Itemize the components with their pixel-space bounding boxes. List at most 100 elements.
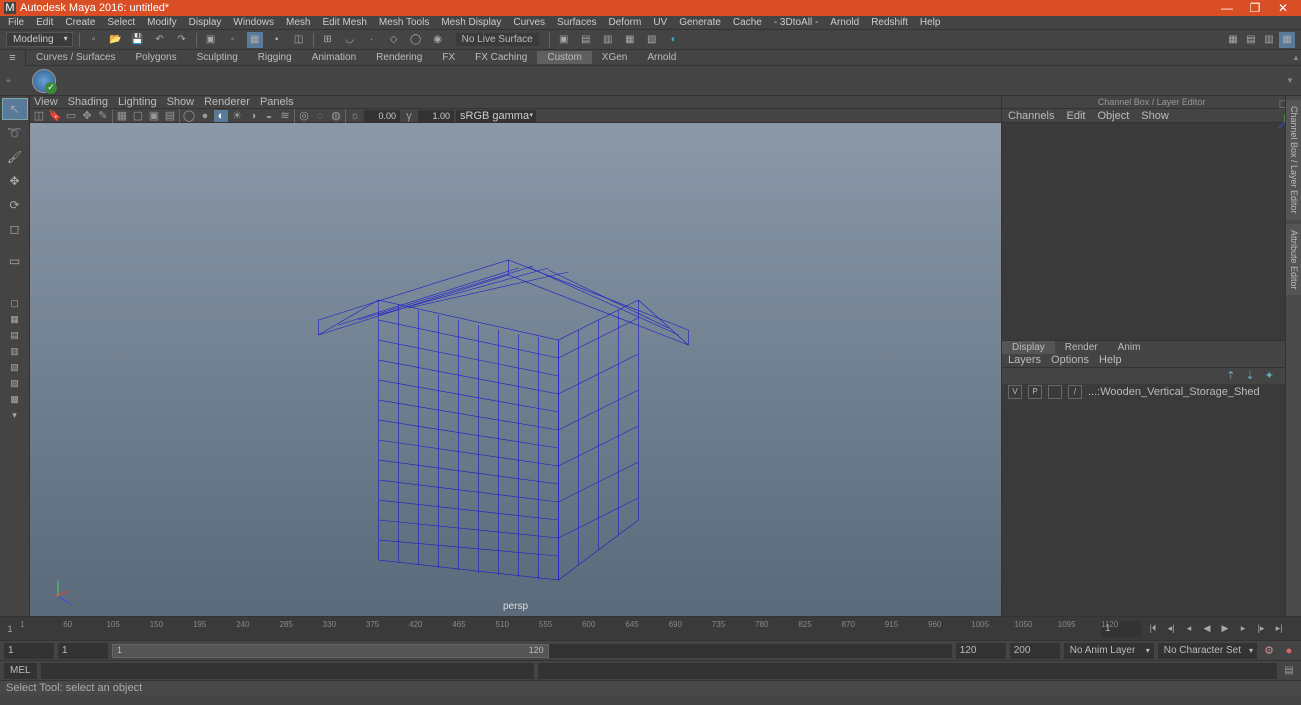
step-back-button[interactable]: ◂: [1181, 621, 1197, 637]
vp-light-icon[interactable]: ☀: [230, 110, 244, 122]
menu-redshift[interactable]: Redshift: [865, 17, 914, 28]
select-obj-icon[interactable]: ▣: [203, 32, 219, 48]
open-scene-icon[interactable]: 📂: [108, 32, 124, 48]
layout-more-button[interactable]: ▾: [2, 408, 28, 422]
vp-menu-show[interactable]: Show: [167, 96, 195, 108]
script-editor-button[interactable]: ▤: [1281, 663, 1297, 679]
vp-shadow-icon[interactable]: ◑: [246, 110, 260, 122]
tool-settings-toggle-icon[interactable]: ▦: [1279, 32, 1295, 48]
hypershade-icon[interactable]: ▦: [622, 32, 638, 48]
workspace-select[interactable]: Modeling: [6, 32, 73, 47]
layer-move-down-icon[interactable]: ⇣: [1245, 369, 1254, 382]
set-key-button[interactable]: ●: [1281, 643, 1297, 659]
channel-tab-edit[interactable]: Edit: [1066, 110, 1085, 122]
layer-color-swatch[interactable]: /: [1068, 385, 1082, 399]
menu-3dtoall[interactable]: - 3DtoAll -: [768, 17, 824, 28]
channel-tab-object[interactable]: Object: [1097, 110, 1129, 122]
layer-menu-options[interactable]: Options: [1051, 354, 1089, 366]
channelbox-toggle-icon[interactable]: ▤: [1243, 32, 1259, 48]
menu-curves[interactable]: Curves: [507, 17, 551, 28]
light-editor-icon[interactable]: ◐: [666, 32, 682, 48]
channel-tab-show[interactable]: Show: [1141, 110, 1169, 122]
anim-layer-select[interactable]: No Anim Layer: [1064, 643, 1154, 659]
select-face-icon[interactable]: ▪: [269, 32, 285, 48]
vp-motion-icon[interactable]: ≋: [278, 110, 292, 122]
layer-display-type[interactable]: [1048, 385, 1062, 399]
shelf-tab-sculpting[interactable]: Sculpting: [187, 51, 248, 64]
menu-uv[interactable]: UV: [647, 17, 673, 28]
vp-bookmark-icon[interactable]: 🔖: [48, 110, 62, 122]
menu-mesh-tools[interactable]: Mesh Tools: [373, 17, 435, 28]
lasso-tool-button[interactable]: ➰: [2, 122, 28, 144]
character-set-select[interactable]: No Character Set: [1158, 643, 1257, 659]
close-button[interactable]: ✕: [1269, 1, 1297, 15]
layer-menu-layers[interactable]: Layers: [1008, 354, 1041, 366]
renderview-icon[interactable]: ▧: [644, 32, 660, 48]
vp-textured-icon[interactable]: ◐: [214, 110, 228, 122]
last-tool-button[interactable]: ▭: [2, 250, 28, 272]
vp-isolate-icon[interactable]: ◎: [297, 110, 311, 122]
menu-edit-mesh[interactable]: Edit Mesh: [316, 17, 372, 28]
shelf-tab-curves[interactable]: Curves / Surfaces: [26, 51, 125, 64]
vp-menu-view[interactable]: View: [34, 96, 58, 108]
shelf-globe-icon[interactable]: [32, 69, 56, 93]
vp-menu-renderer[interactable]: Renderer: [204, 96, 250, 108]
select-vert-icon[interactable]: ◦: [225, 32, 241, 48]
snap-live-icon[interactable]: ◯: [408, 32, 424, 48]
vp-select-cam-icon[interactable]: ◫: [32, 110, 46, 122]
snap-grid-icon[interactable]: ⊞: [320, 32, 336, 48]
live-surface-pill[interactable]: No Live Surface: [456, 33, 539, 46]
save-scene-icon[interactable]: 💾: [130, 32, 146, 48]
menu-file[interactable]: File: [2, 17, 30, 28]
menu-surfaces[interactable]: Surfaces: [551, 17, 602, 28]
channel-tab-channels[interactable]: Channels: [1008, 110, 1054, 122]
vp-xray-icon[interactable]: ◌: [313, 110, 327, 122]
time-slider[interactable]: 1 16010515019524028533037542046551055560…: [0, 616, 1301, 640]
new-scene-icon[interactable]: ▫: [86, 32, 102, 48]
shelf-tab-rendering[interactable]: Rendering: [366, 51, 432, 64]
shelf-tab-polygons[interactable]: Polygons: [125, 51, 186, 64]
vp-view-transform-select[interactable]: sRGB gamma: [456, 110, 536, 122]
command-input[interactable]: [41, 663, 534, 679]
menu-display[interactable]: Display: [183, 17, 228, 28]
snap-curve-icon[interactable]: ◡: [342, 32, 358, 48]
menu-edit[interactable]: Edit: [30, 17, 59, 28]
vp-2d-pan-icon[interactable]: ✥: [80, 110, 94, 122]
menu-arnold[interactable]: Arnold: [824, 17, 865, 28]
layout-four-button[interactable]: ▦: [2, 312, 28, 326]
shelf-tab-xgen[interactable]: XGen: [592, 51, 638, 64]
shelf-scroll-up-icon[interactable]: ▲: [1291, 53, 1301, 62]
menu-create[interactable]: Create: [59, 17, 101, 28]
redo-icon[interactable]: ↷: [174, 32, 190, 48]
anim-start-field[interactable]: 1: [4, 643, 54, 659]
autokey-button[interactable]: ⚙: [1261, 643, 1277, 659]
vp-gate-mask-icon[interactable]: ▤: [163, 110, 177, 122]
vp-ao-icon[interactable]: ◒: [262, 110, 276, 122]
layer-move-up-icon[interactable]: ⇡: [1226, 369, 1235, 382]
maximize-button[interactable]: ❐: [1241, 1, 1269, 15]
vp-menu-lighting[interactable]: Lighting: [118, 96, 157, 108]
step-back-key-button[interactable]: ◂|: [1163, 621, 1179, 637]
vp-image-plane-icon[interactable]: ▭: [64, 110, 78, 122]
shelf-scroll-down-icon[interactable]: ▼: [1285, 76, 1295, 85]
render-icon[interactable]: ▣: [556, 32, 572, 48]
vp-wire-icon[interactable]: ◯: [182, 110, 196, 122]
shelf-toggle-icon[interactable]: ≡: [0, 50, 26, 66]
shelf-tab-animation[interactable]: Animation: [302, 51, 366, 64]
play-fwd-button[interactable]: ▶: [1217, 621, 1233, 637]
menu-generate[interactable]: Generate: [673, 17, 727, 28]
layer-new-empty-icon[interactable]: ✦: [1265, 369, 1274, 382]
shelf-tab-rigging[interactable]: Rigging: [248, 51, 302, 64]
script-lang-button[interactable]: MEL: [4, 663, 37, 679]
layer-playback-toggle[interactable]: P: [1028, 385, 1042, 399]
range-end-field[interactable]: 120: [956, 643, 1006, 659]
layout-single-button[interactable]: ▢: [2, 296, 28, 310]
shelf-tab-fx[interactable]: FX: [432, 51, 465, 64]
vp-menu-shading[interactable]: Shading: [68, 96, 108, 108]
move-tool-button[interactable]: ✥: [2, 170, 28, 192]
anim-end-field[interactable]: 200: [1010, 643, 1060, 659]
menu-help[interactable]: Help: [914, 17, 947, 28]
attr-editor-toggle-icon[interactable]: ▥: [1261, 32, 1277, 48]
shelf-tab-arnold[interactable]: Arnold: [637, 51, 686, 64]
step-fwd-button[interactable]: ▸: [1235, 621, 1251, 637]
